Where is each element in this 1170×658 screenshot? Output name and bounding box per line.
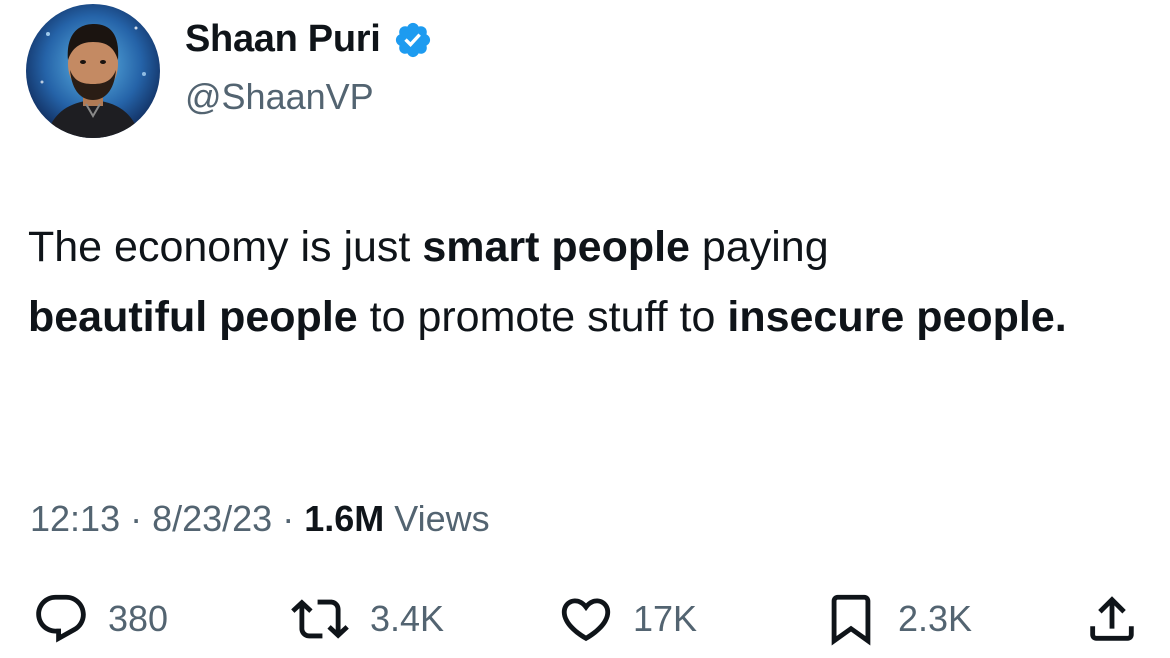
share-button[interactable] bbox=[1083, 590, 1141, 648]
avatar-image bbox=[26, 4, 160, 138]
action-bar: 380 3.4K 17K 2.3K bbox=[0, 590, 1170, 650]
tweet-text-bold-segment: beautiful people bbox=[28, 293, 358, 341]
views-count[interactable]: 1.6M bbox=[304, 498, 384, 540]
tweet-text-segment: paying bbox=[689, 223, 829, 271]
tweet-time[interactable]: 12:13 bbox=[30, 498, 120, 540]
tweet-text-bold-segment: insecure people. bbox=[727, 293, 1067, 341]
heart-icon bbox=[561, 598, 611, 642]
like-count: 17K bbox=[633, 598, 698, 639]
tweet-text-segment: to promote stuff to bbox=[357, 293, 728, 341]
reply-icon bbox=[36, 594, 86, 643]
bookmark-count: 2.3K bbox=[898, 598, 973, 639]
tweet-text-segment: The economy is just bbox=[28, 223, 423, 271]
views-label: Views bbox=[394, 498, 490, 539]
retweet-count: 3.4K bbox=[370, 598, 445, 639]
like-button[interactable]: 17K bbox=[557, 590, 697, 648]
retweet-button[interactable]: 3.4K bbox=[288, 590, 444, 648]
avatar[interactable] bbox=[26, 4, 160, 138]
bookmark-icon bbox=[831, 594, 871, 646]
reply-count: 380 bbox=[108, 598, 169, 639]
author-handle[interactable]: @ShaanVP bbox=[185, 76, 374, 118]
author-display-name[interactable]: Shaan Puri bbox=[185, 18, 381, 61]
reply-button[interactable]: 380 bbox=[32, 590, 168, 648]
tweet-text-bold-segment: smart people bbox=[422, 223, 690, 271]
author-name-row[interactable]: Shaan Puri bbox=[185, 18, 433, 61]
verified-badge-icon bbox=[395, 22, 430, 57]
meta-separator: · bbox=[130, 498, 143, 539]
share-icon bbox=[1090, 596, 1134, 641]
retweet-icon bbox=[291, 599, 349, 639]
tweet-date[interactable]: 8/23/23 bbox=[152, 498, 272, 540]
tweet-metadata: 12:13 · 8/23/23 · 1.6M Views bbox=[30, 498, 490, 540]
bookmark-button[interactable]: 2.3K bbox=[822, 590, 972, 648]
tweet-text: The economy is just smart people paying … bbox=[28, 212, 1138, 352]
meta-separator: · bbox=[282, 498, 295, 539]
